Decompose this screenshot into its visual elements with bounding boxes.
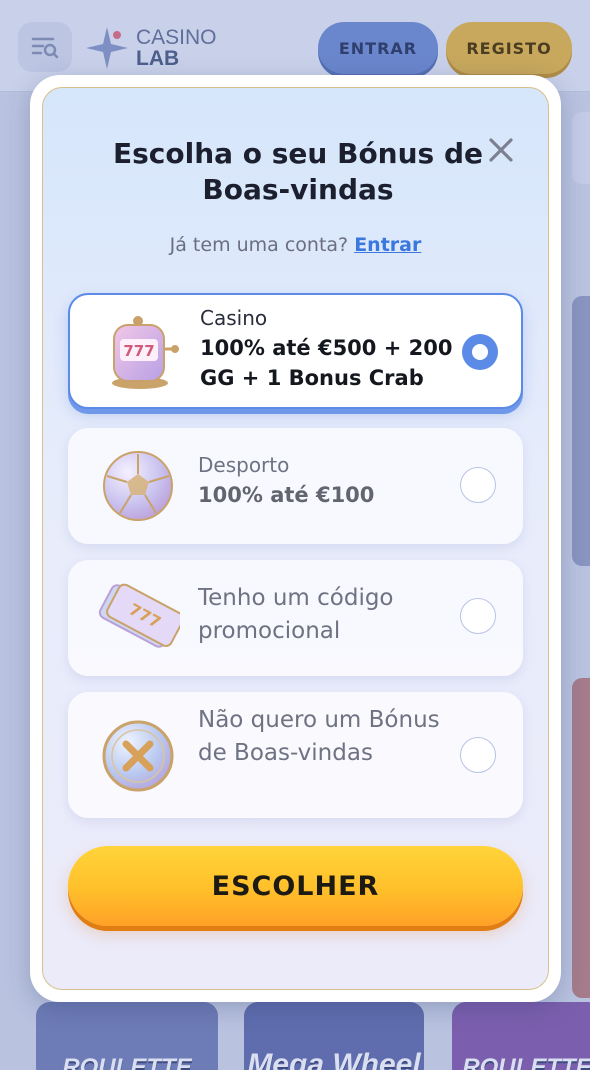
ticket-icon: 777 (98, 583, 180, 648)
modal-title: Escolha o seu Bónus de Boas-vindas (112, 137, 483, 206)
option-value: 100% até €500 + 200 GG + 1 Bonus Crab (200, 336, 453, 390)
menu-search-icon (31, 37, 59, 59)
radio-promo-code[interactable] (460, 598, 496, 634)
menu-search-button[interactable] (18, 22, 72, 72)
option-label: Casino (200, 306, 268, 330)
header-login-button[interactable]: ENTRAR (318, 22, 438, 74)
radio-casino[interactable] (462, 334, 498, 370)
svg-text:777: 777 (123, 342, 154, 360)
game-thumbnail-mega-roulette[interactable]: ROULETTE (452, 1002, 590, 1070)
radio-sport[interactable] (460, 467, 496, 503)
game-title: Mega Wheel (247, 1048, 421, 1070)
close-button[interactable] (481, 130, 521, 170)
bonus-option-casino[interactable]: 777 Casino 100% até €500 + 200 GG + 1 Bo… (68, 293, 523, 409)
star-logo-icon (86, 27, 128, 69)
close-icon (489, 138, 513, 162)
background-card[interactable] (572, 112, 590, 184)
welcome-bonus-modal: Escolha o seu Bónus de Boas-vindas Já te… (30, 75, 561, 1002)
header-register-button[interactable]: REGISTO (446, 22, 572, 74)
login-prompt-text: Já tem uma conta? (169, 234, 349, 256)
background-game-card[interactable] (572, 678, 590, 998)
game-title: ROULETTE (62, 1054, 192, 1070)
soccer-ball-icon (103, 451, 173, 521)
casino-lab-logo[interactable]: CASINO LAB (84, 22, 224, 74)
login-link[interactable]: Entrar (354, 234, 421, 256)
login-prompt: Já tem uma conta? Entrar (43, 234, 548, 256)
logo-line-2: LAB (136, 47, 180, 70)
game-thumbnail-mega-wheel[interactable]: Mega Wheel (244, 1002, 424, 1070)
radio-no-bonus[interactable] (460, 737, 496, 773)
option-label: Desporto (198, 453, 290, 477)
x-coin-icon (102, 720, 174, 792)
option-label: Tenho um código promocional (198, 585, 394, 644)
bonus-option-promo-code[interactable]: 777 Tenho um código promocional (68, 560, 523, 676)
bonus-option-sport[interactable]: Desporto 100% até €100 (68, 428, 523, 544)
option-value: 100% até €100 (198, 483, 375, 507)
choose-button[interactable]: ESCOLHER (68, 846, 523, 926)
slot-machine-icon: 777 (112, 316, 179, 389)
modal-panel: Escolha o seu Bónus de Boas-vindas Já te… (42, 87, 549, 990)
logo-line-1: CASINO (136, 26, 217, 49)
game-title: ROULETTE (462, 1054, 590, 1070)
bonus-option-no-bonus[interactable]: Não quero um Bónus de Boas-vindas (68, 692, 523, 818)
background-game-card[interactable] (572, 296, 590, 566)
option-label: Não quero um Bónus de Boas-vindas (198, 707, 440, 766)
game-thumbnail-roulette[interactable]: ROULETTE (36, 1002, 218, 1070)
